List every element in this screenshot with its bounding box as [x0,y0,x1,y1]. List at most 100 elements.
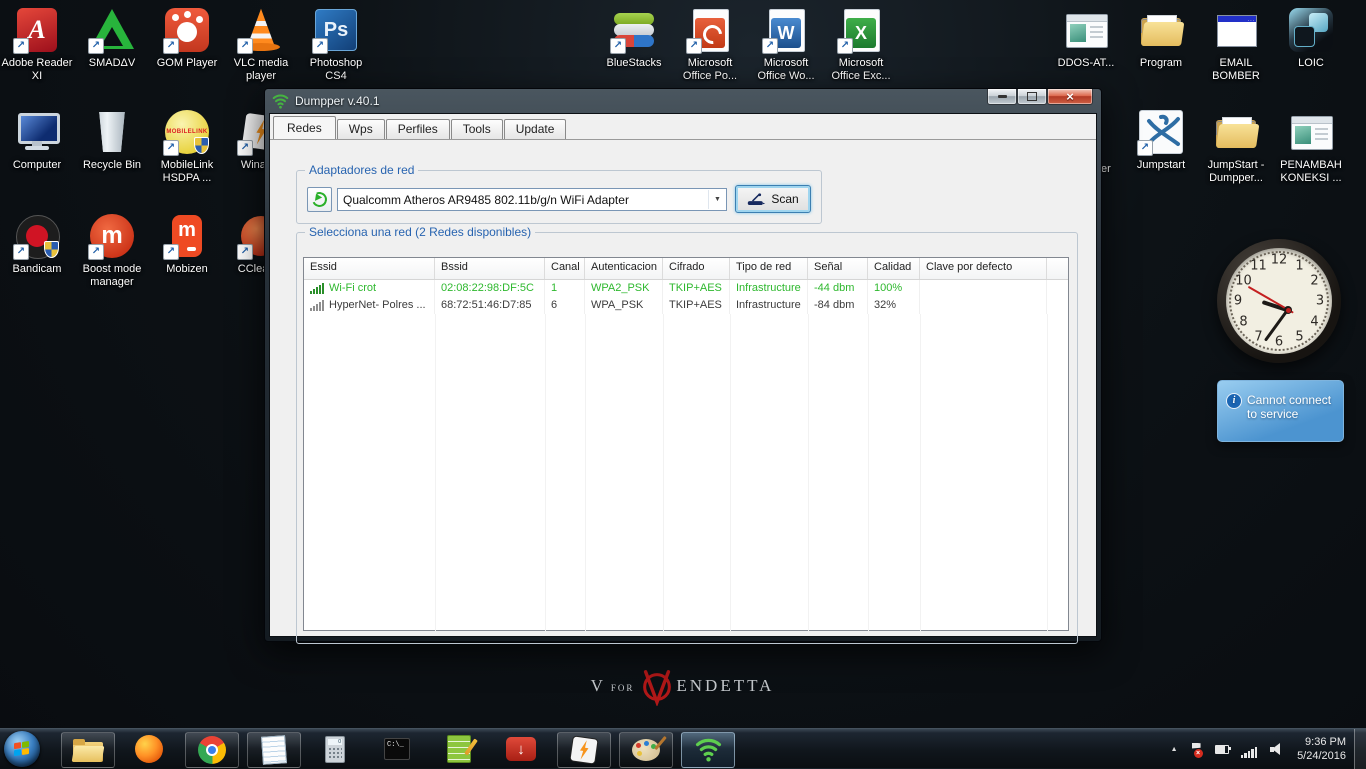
tab-update[interactable]: Update [503,119,567,139]
tab-redes[interactable]: Redes [273,116,336,139]
desktop-icon-mobizen[interactable]: m ↗ Mobizen [150,212,224,276]
icon-label: EMAIL BOMBER [1212,57,1260,82]
shortcut-arrow-icon: ↗ [163,38,179,54]
cannot-connect-gadget[interactable]: i Cannot connect to service [1217,380,1344,442]
clock-face: 12 1 2 3 4 5 6 7 8 9 10 11 [1226,248,1332,354]
desktop-icon-loic[interactable]: LOIC [1274,6,1348,70]
desktop-icon-jumpstart-dumpper-folder[interactable]: JumpStart - Dumpper... [1199,108,1273,185]
taskbar-dumpper-button[interactable] [681,732,735,768]
desktop-icon-jumpstart[interactable]: ↗ Jumpstart [1124,108,1198,172]
table-empty-area [304,314,1068,631]
paint-palette-icon [632,735,667,761]
window-titlebar[interactable]: Dumpper v.40.1 × [265,89,1101,113]
column-header-cifrado[interactable]: Cifrado [663,258,730,279]
desktop-icon-excel[interactable]: X ↗ Microsoft Office Exc... [824,6,898,83]
taskbar-winamp-button[interactable] [557,732,611,768]
desktop-icon-adobe-reader[interactable]: A ↗ Adobe Reader XI [0,6,74,83]
shortcut-arrow-icon: ↗ [88,38,104,54]
taskbar-firefox-button[interactable] [123,732,175,766]
refresh-adapters-button[interactable] [307,187,332,212]
icon-label: Computer [12,159,62,171]
ddos-app-icon [1062,6,1110,54]
close-button[interactable]: × [1047,89,1093,105]
column-header-bssid[interactable]: Bssid [435,258,545,279]
tray-expand-icon[interactable]: ▲ [1171,746,1178,753]
cell-essid: Wi-Fi crot [329,282,377,294]
tab-perfiles[interactable]: Perfiles [385,119,450,139]
desktop-icon-ddos-at[interactable]: DDOS-AT... [1049,6,1123,70]
maximize-icon [1027,92,1037,101]
cell-bssid: 02:08:22:98:DF:5C [435,280,545,297]
scan-antenna-icon [748,192,766,205]
cell-senal: -84 dbm [808,297,868,314]
dumpper-app-icon [272,93,289,109]
desktop-icon-email-bomber[interactable]: ... EMAIL BOMBER [1199,6,1273,83]
icon-label: PENAMBAH KONEKSI ... [1280,159,1342,184]
shortcut-arrow-icon: ↗ [312,38,328,54]
column-header-canal[interactable]: Canal [545,258,585,279]
desktop-icon-smadav[interactable]: ↗ SMADΔV [75,6,149,70]
cell-tipo-de-red: Infrastructure [730,280,808,297]
desktop-icon-gom-player[interactable]: ↗ GOM Player [150,6,224,70]
taskbar: 0 C:\_ ↓ ▲ × 9:36 PM 5/24/2016 [0,728,1366,769]
desktop-icon-computer[interactable]: Computer [0,108,74,172]
adapter-select[interactable]: Qualcomm Atheros AR9485 802.11b/g/n WiFi… [337,188,727,211]
desktop-icon-mobilelink[interactable]: MOBILELINK ↗ MobileLink HSDPA ... [150,108,224,185]
dumpper-window: Dumpper v.40.1 × Redes Wps Perfiles Tools Up… [264,88,1102,644]
column-header-essid[interactable]: Essid [304,258,435,279]
taskbar-explorer-button[interactable] [61,732,115,768]
taskbar-calculator-button[interactable]: 0 [309,732,361,766]
network-row-hypernet[interactable]: HyperNet- Polres ... 68:72:51:46:D7:85 6… [304,297,1068,314]
icon-label: BlueStacks [606,57,662,69]
start-button[interactable] [4,731,40,767]
taskbar-download-manager-button[interactable]: ↓ [495,732,547,766]
networks-groupbox: Selecciona una red (2 Redes disponibles)… [296,225,1078,644]
desktop-icon-program-folder[interactable]: Program [1124,6,1198,70]
tab-tools[interactable]: Tools [450,119,503,139]
maximize-button[interactable] [1017,89,1047,105]
desktop-icon-powerpoint[interactable]: ↗ Microsoft Office Po... [673,6,747,83]
desktop-icon-photoshop[interactable]: Ps ↗ Photoshop CS4 [299,6,373,83]
desktop-icon-boost-mode-manager[interactable]: m ↗ Boost mode manager [75,212,149,289]
folder-icon [1137,6,1185,54]
tray-clock[interactable]: 9:36 PM 5/24/2016 [1297,735,1346,763]
minimize-button[interactable] [987,89,1017,105]
adapters-groupbox: Adaptadores de red Qualcomm Atheros AR94… [296,163,822,224]
show-desktop-button[interactable] [1354,729,1366,769]
taskbar-notepad-button[interactable] [247,732,301,768]
desktop-icon-vlc[interactable]: ↗ VLC media player [224,6,298,83]
shortcut-arrow-icon: ↗ [837,38,853,54]
clock-gadget[interactable]: 12 1 2 3 4 5 6 7 8 9 10 11 [1217,239,1341,363]
cell-cifrado: TKIP+AES [663,297,730,314]
tab-strip: Redes Wps Perfiles Tools Update [270,114,1096,140]
info-icon: i [1226,393,1242,409]
icon-label: Bandicam [12,263,62,275]
desktop-icon-recycle-bin[interactable]: Recycle Bin [75,108,149,172]
column-header-tipo-de-red[interactable]: Tipo de red [730,258,808,279]
desktop-icon-bluestacks[interactable]: ↗ BlueStacks [597,6,671,70]
shortcut-arrow-icon: ↗ [237,140,253,156]
partial-icon-label: er [1101,163,1111,175]
bandicam-icon: ↗ [13,212,61,260]
taskbar-paint-button[interactable] [619,732,673,768]
tab-wps[interactable]: Wps [336,119,385,139]
column-header-senal[interactable]: Señal [808,258,868,279]
action-center-flag-icon[interactable]: × [1190,742,1203,758]
boost-mode-icon: m ↗ [88,212,136,260]
column-header-calidad[interactable]: Calidad [868,258,920,279]
taskbar-notepad-plus-button[interactable] [433,732,485,766]
desktop-icon-bandicam[interactable]: ↗ Bandicam [0,212,74,276]
battery-icon[interactable] [1214,744,1231,754]
scan-button[interactable]: Scan [735,185,811,213]
column-header-autenticacion[interactable]: Autenticacion [585,258,663,279]
column-header-clave[interactable]: Clave por defecto [920,258,1047,279]
network-row-wifi-crot[interactable]: Wi-Fi crot 02:08:22:98:DF:5C 1 WPA2_PSK … [304,280,1068,297]
volume-icon[interactable] [1270,742,1285,756]
icon-label: DDOS-AT... [1057,57,1115,69]
taskbar-chrome-button[interactable] [185,732,239,768]
taskbar-cmd-button[interactable]: C:\_ [371,732,423,766]
gom-player-icon: ↗ [163,6,211,54]
desktop-icon-penambah-koneksi[interactable]: PENAMBAH KONEKSI ... [1274,108,1348,185]
network-signal-icon[interactable] [1240,740,1259,758]
desktop-icon-word[interactable]: W ↗ Microsoft Office Wo... [749,6,823,83]
